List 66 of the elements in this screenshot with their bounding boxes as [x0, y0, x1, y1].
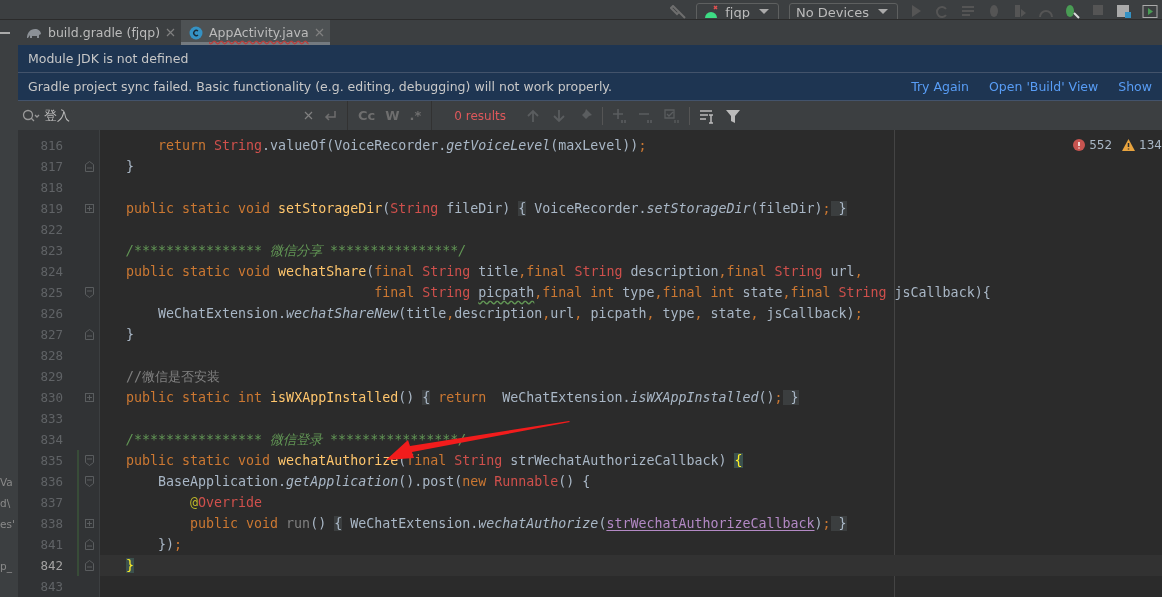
collapse-icon[interactable] — [85, 539, 94, 550]
debug-attach-icon[interactable] — [1064, 5, 1080, 19]
code-line: BaseApplication.getApplication().post(new Runnable() { — [157, 474, 591, 489]
close-icon[interactable] — [314, 28, 324, 37]
code-line: }); — [157, 537, 183, 552]
tab-label: AppActivity.java — [209, 25, 309, 40]
banner-message: Module JDK is not defined — [28, 51, 190, 66]
code-line: /**************** 微信分享 ****************/ — [126, 241, 467, 260]
elephant-icon — [26, 26, 42, 39]
expand-icon[interactable] — [85, 204, 94, 213]
code-line: public static void setStorageDir(String fileDir) { VoiceRecorder.setStorageDir(fileDir); } — [126, 201, 847, 216]
emulator-icon[interactable] — [1142, 5, 1158, 19]
filter-lines-icon[interactable] — [699, 107, 715, 124]
run-config-dropdown[interactable]: fjqp — [696, 3, 779, 19]
device-manager-icon[interactable] — [1116, 5, 1132, 19]
banner-link[interactable]: Show — [1118, 79, 1152, 94]
banner-link[interactable]: Try Again — [911, 79, 969, 94]
close-icon[interactable] — [304, 111, 313, 120]
error-count[interactable]: 552 — [1089, 138, 1113, 152]
code-line: final String picpath,final int type,final int state,final String jsCallback){ — [373, 285, 991, 300]
error-icon[interactable] — [1073, 139, 1086, 151]
code-line: return String.valueOf(VoiceRecorder.getVoiceLevel(maxLevel)); — [157, 138, 647, 153]
code-line: public static void wechatShare(final String title,final String description,final String url, — [126, 264, 863, 279]
code-line: //微信是否安装 — [126, 367, 220, 386]
file-name[interactable]: p_ — [0, 559, 12, 572]
device-dropdown[interactable]: No Devices — [788, 3, 898, 19]
search-icon[interactable] — [22, 108, 40, 123]
warning-icon[interactable] — [1122, 139, 1136, 151]
banner-message: Gradle project sync failed. Basic functionality (e.g. editing, debugging) will not work properly. — [28, 79, 613, 94]
code-line: public void run() { WeChatExtension.wechatAuthorize(strWechatAuthorizeCallback); } — [189, 516, 847, 531]
close-icon[interactable] — [166, 28, 175, 37]
add-occurrence-icon[interactable] — [612, 107, 628, 124]
code-line: } — [126, 327, 134, 342]
code-line: @Override — [189, 495, 263, 510]
select-all-icon[interactable] — [664, 107, 680, 124]
result-count: 0 results — [454, 108, 506, 123]
collapse-icon[interactable] — [85, 455, 94, 466]
file-tab[interactable]: AppActivity.java — [181, 20, 330, 45]
code-line: } — [126, 159, 134, 174]
collapse-icon[interactable] — [85, 287, 94, 298]
android-icon — [703, 5, 720, 19]
expand-icon[interactable] — [85, 393, 94, 402]
collapse-icon[interactable] — [85, 476, 94, 487]
arrow-up-icon[interactable] — [525, 107, 541, 124]
file-name[interactable]: d\ — [0, 496, 11, 509]
arrow-down-icon[interactable] — [551, 107, 567, 124]
line-number: 842 — [40, 558, 63, 573]
code-line: public static int isWXAppInstalled() { return WeChatExtension.isWXAppInstalled(); } — [126, 390, 799, 405]
file-name[interactable]: Va — [0, 475, 13, 488]
file-name[interactable]: es' — [0, 517, 15, 530]
expand-icon[interactable] — [85, 519, 94, 528]
list-icon[interactable] — [960, 5, 976, 19]
minimize-icon[interactable] — [0, 31, 10, 34]
class-icon — [189, 25, 203, 40]
collapse-icon[interactable] — [85, 329, 94, 340]
collapse-icon[interactable] — [85, 560, 94, 571]
attach-icon[interactable] — [1012, 5, 1028, 19]
code-line: WeChatExtension.wechatShareNew(title,description,url, picpath, type, state, jsCallback); — [157, 306, 863, 321]
collapse-icon[interactable] — [85, 161, 94, 172]
banner-link[interactable]: Open 'Build' View — [989, 79, 1099, 94]
code-line: /**************** 微信登录 ****************/ — [126, 430, 467, 449]
warning-count[interactable]: 134 — [1139, 138, 1162, 152]
hammer-icon[interactable] — [670, 5, 687, 19]
tab-label: build.gradle (fjqp) — [48, 25, 160, 40]
file-tab[interactable]: build.gradle (fjqp) — [18, 20, 181, 45]
filter-icon[interactable] — [725, 107, 741, 124]
